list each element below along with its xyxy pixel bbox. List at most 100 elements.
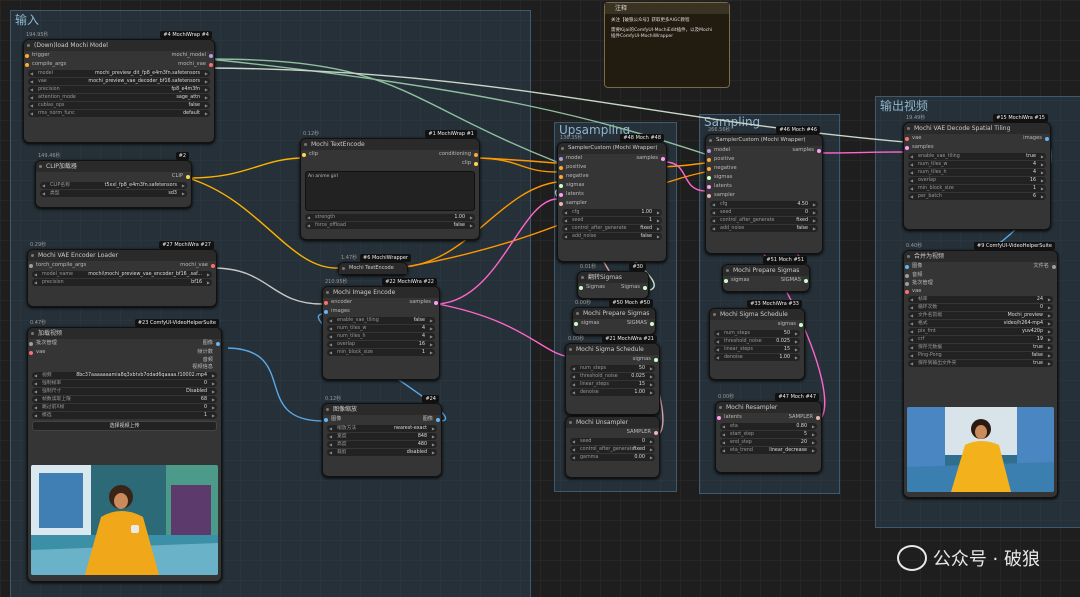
- input-socket[interactable]: [905, 137, 909, 141]
- input-socket[interactable]: [905, 274, 909, 278]
- widget-cfg[interactable]: cfg4.50: [710, 201, 818, 208]
- input-socket[interactable]: [905, 265, 909, 269]
- prepare-sigmas-sampling-node[interactable]: #51 Moch #51 Mochi Prepare Sigmas sigmas…: [722, 256, 810, 292]
- widget-select-every[interactable]: 模选1: [32, 412, 217, 419]
- input-socket[interactable]: [324, 418, 328, 422]
- output-socket[interactable]: [817, 149, 821, 153]
- output-socket[interactable]: [1052, 265, 1056, 269]
- output-socket[interactable]: [474, 153, 478, 157]
- widget-overlap[interactable]: overlap16: [327, 341, 435, 348]
- widget-add-noise[interactable]: add_noisefalse: [562, 233, 662, 240]
- widget-num-tiles-h[interactable]: num_tiles_h4: [327, 333, 435, 340]
- widget-eta[interactable]: eta0.80: [720, 423, 817, 430]
- widget-seed[interactable]: seed1: [562, 217, 662, 224]
- output-socket[interactable]: [436, 418, 440, 422]
- input-socket[interactable]: [29, 264, 33, 268]
- widget-skip-first[interactable]: 跳过前X帧0: [32, 404, 217, 411]
- widget-vae[interactable]: vaemochi_preview_vae_decoder_bf16.safete…: [28, 78, 210, 85]
- widget-filename-prefix[interactable]: 文件名前缀Mochi_preview: [908, 312, 1053, 319]
- output-socket[interactable]: [816, 416, 820, 420]
- prompt-textarea[interactable]: An anime girl: [305, 171, 475, 211]
- widget-num-steps[interactable]: num_steps50: [714, 330, 800, 337]
- sampler-custom-sampling-node[interactable]: 266.56秒 #46 Moch #46 SamplerCustom (Moch…: [705, 126, 823, 254]
- graph-canvas[interactable]: 输入 Upsampling Sampling 输出视频 注释 关注【破狼公众号】…: [0, 0, 1080, 597]
- input-socket[interactable]: [707, 194, 711, 198]
- output-socket[interactable]: [661, 157, 665, 161]
- input-socket[interactable]: [25, 63, 29, 67]
- clip-loader-node[interactable]: 149.46秒 #2 CLIP加载器 CLIP CLIP名称t5xxl_fp8_…: [35, 152, 192, 208]
- widget-gamma[interactable]: gamma0.00: [570, 454, 655, 461]
- widget-seed[interactable]: seed0: [570, 438, 655, 445]
- widget-crf[interactable]: crf19: [908, 336, 1053, 343]
- output-socket[interactable]: [650, 322, 654, 326]
- widget-control-after-generate[interactable]: control_after_generatefixed: [710, 217, 818, 224]
- widget-per-batch[interactable]: per_batch6: [908, 193, 1046, 200]
- input-socket[interactable]: [717, 416, 721, 420]
- input-socket[interactable]: [905, 290, 909, 294]
- widget-enable-vae-tiling[interactable]: enable_vae_tilingtrue: [908, 153, 1046, 160]
- widget-loop-count[interactable]: 循环次数0: [908, 304, 1053, 311]
- widget-video[interactable]: 视频8bc37aaaaaaamia8q3xbtvb7odad6qaaaa.f10…: [32, 372, 217, 379]
- output-socket[interactable]: [1045, 137, 1049, 141]
- input-socket[interactable]: [559, 175, 563, 179]
- widget-model[interactable]: modelmochi_preview_dit_fp8_e4m3fn.safete…: [28, 70, 210, 77]
- input-socket[interactable]: [559, 184, 563, 188]
- input-socket[interactable]: [324, 301, 328, 305]
- widget-threshold-noise[interactable]: threshold_noise0.025: [714, 338, 800, 345]
- prepare-sigmas-upsampling-node[interactable]: 0.00秒 #50 Moch #50 Mochi Prepare Sigmas …: [572, 299, 656, 335]
- widget-overlap[interactable]: overlap16: [908, 177, 1046, 184]
- output-socket[interactable]: [643, 286, 647, 290]
- widget-model-name[interactable]: model_namemochi\mochi_preview_vae_encode…: [32, 271, 212, 278]
- widget-linear-steps[interactable]: linear_steps15: [570, 381, 655, 388]
- widget-add-noise[interactable]: add_noisefalse: [710, 225, 818, 232]
- widget-crop[interactable]: 裁剪disabled: [327, 449, 437, 456]
- mochi-unsampler-node[interactable]: Mochi Unsampler SAMPLER seed0 control_af…: [565, 416, 660, 478]
- widget-eta-trend[interactable]: eta_trendlinear_decrease: [720, 447, 817, 454]
- input-socket[interactable]: [574, 322, 578, 326]
- widget-denoise[interactable]: denoise1.00: [714, 354, 800, 361]
- widget-scale-method[interactable]: 缩放方法nearest-exact: [327, 425, 437, 432]
- input-socket[interactable]: [559, 202, 563, 206]
- widget-attention-mode[interactable]: attention_modesage_attn: [28, 94, 210, 101]
- video-combine-node[interactable]: 0.40秒 #9 ComfyUI-VideoHelperSuite 合并为视频 …: [903, 242, 1058, 498]
- widget-precision[interactable]: precisionbf16: [32, 279, 212, 286]
- output-socket[interactable]: [209, 63, 213, 67]
- widget-precision[interactable]: precisionfp8_e4m3fn: [28, 86, 210, 93]
- input-socket[interactable]: [29, 342, 33, 346]
- widget-force-rate[interactable]: 强制帧率0: [32, 380, 217, 387]
- output-socket[interactable]: [654, 431, 658, 435]
- sigma-schedule-sampling-node[interactable]: #33 MochiWra #33 Mochi Sigma Schedule si…: [709, 300, 805, 380]
- widget-num-tiles-h[interactable]: num_tiles_h4: [908, 169, 1046, 176]
- widget-pix-fmt[interactable]: pix_fmtyuv420p: [908, 328, 1053, 335]
- input-socket[interactable]: [559, 166, 563, 170]
- widget-frame-cap[interactable]: 帧数读取上限68: [32, 396, 217, 403]
- widget-width[interactable]: 宽度848: [327, 433, 437, 440]
- output-socket[interactable]: [434, 301, 438, 305]
- download-mochi-model-node[interactable]: 194.95秒 #4 MochiWrap #4 (Down)load Mochi…: [23, 31, 215, 143]
- input-socket[interactable]: [724, 279, 728, 283]
- widget-num-tiles-w[interactable]: num_tiles_w4: [908, 161, 1046, 168]
- image-scale-node[interactable]: 0.12秒 #24 图像缩放 图像 图像 缩放方法nearest-exact 宽度…: [322, 395, 442, 477]
- input-socket[interactable]: [707, 185, 711, 189]
- input-socket[interactable]: [905, 146, 909, 150]
- load-video-node[interactable]: 0.47秒 #23 ComfyUI-VideoHelperSuite 加载视频 …: [27, 319, 222, 582]
- widget-seed[interactable]: seed0: [710, 209, 818, 216]
- widget-frame-rate[interactable]: 帧率24: [908, 296, 1053, 303]
- widget-control-after-generate[interactable]: control_after_generatefixed: [562, 225, 662, 232]
- widget-min-block-size[interactable]: min_block_size1: [327, 349, 435, 356]
- widget-cfg[interactable]: cfg1.00: [562, 209, 662, 216]
- widget-strength[interactable]: strength1.00: [305, 214, 475, 221]
- widget-rms-norm-func[interactable]: rms_norm_funcdefault: [28, 110, 210, 117]
- output-socket[interactable]: [654, 358, 658, 362]
- vae-encoder-loader-node[interactable]: 0.29秒 #27 MochiWra #27 Mochi VAE Encoder…: [27, 241, 217, 307]
- mochi-text-encode-node[interactable]: 0.12秒 #1 MochiWrap #1 Mochi TextEncode c…: [300, 130, 480, 240]
- widget-save-metadata[interactable]: 保存元数据true: [908, 344, 1053, 351]
- widget-format[interactable]: 格式video/h264-mp4: [908, 320, 1053, 327]
- widget-clip-type[interactable]: 类型sd3: [40, 190, 187, 197]
- input-socket[interactable]: [25, 54, 29, 58]
- mochi-image-encode-node[interactable]: 210.95秒 #22 MochiWra #22 Mochi Image Enc…: [322, 278, 440, 380]
- widget-num-steps[interactable]: num_steps50: [570, 365, 655, 372]
- output-socket[interactable]: [211, 264, 215, 268]
- widget-denoise[interactable]: denoise1.00: [570, 389, 655, 396]
- widget-num-tiles-w[interactable]: num_tiles_w4: [327, 325, 435, 332]
